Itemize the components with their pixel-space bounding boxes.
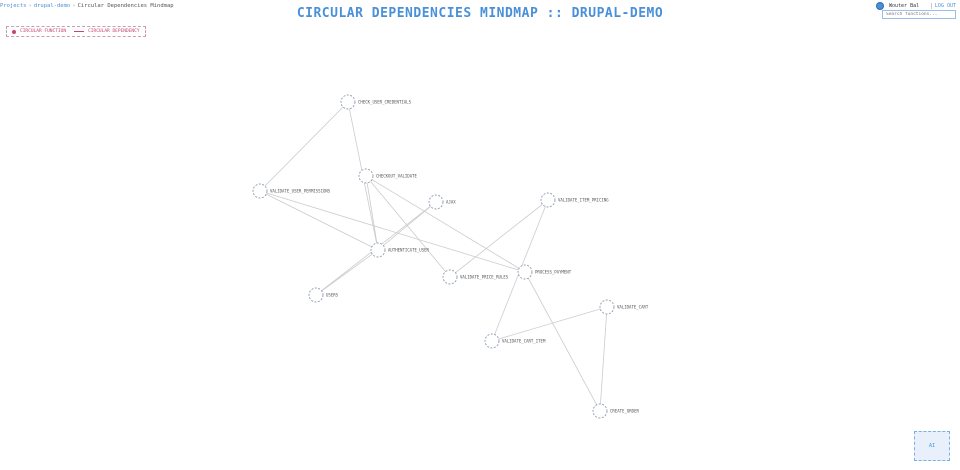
node-label: VALIDATE_ITEM_PRICING: [558, 198, 609, 203]
dependency-edge: [449, 199, 549, 278]
dependency-edge: [259, 101, 349, 192]
node-label: VALIDATE_CART_ITEM: [502, 339, 546, 344]
node-circle[interactable]: [252, 183, 268, 199]
function-node[interactable]: CHECK_USER_CREDENTIALS: [340, 94, 412, 110]
node-circle[interactable]: [484, 333, 500, 349]
dependency-edge: [259, 190, 526, 273]
node-label: VALIDATE_PRICE_RULES: [460, 275, 509, 280]
node-circle[interactable]: [517, 264, 533, 280]
nodes-layer: CHECK_USER_CREDENTIALS CHECKOUT_VALIDATE V…: [252, 94, 649, 419]
node-circle[interactable]: [370, 242, 386, 258]
node-circle[interactable]: [340, 94, 356, 110]
node-label: USERS: [326, 293, 339, 298]
node-circle[interactable]: [428, 194, 444, 210]
node-circle[interactable]: [592, 403, 608, 419]
dependency-edge: [365, 175, 451, 278]
function-node[interactable]: VALIDATE_USER_PERMISSIONS: [252, 183, 331, 199]
function-node[interactable]: CHECKOUT_VALIDATE: [358, 168, 418, 184]
function-node[interactable]: CREATE_ORDER: [592, 403, 639, 419]
node-circle[interactable]: [442, 269, 458, 285]
node-circle[interactable]: [308, 287, 324, 303]
function-node[interactable]: AUTHENTICATE_USER: [370, 242, 430, 258]
edges-layer: [259, 101, 608, 412]
node-circle[interactable]: [599, 299, 615, 315]
dependency-edge: [599, 306, 608, 412]
function-node[interactable]: VALIDATE_CART: [599, 299, 649, 315]
node-label: CHECKOUT_VALIDATE: [376, 174, 418, 179]
dependency-edge: [315, 249, 379, 296]
function-node[interactable]: VALIDATE_CART_ITEM: [484, 333, 546, 349]
function-node[interactable]: USERS: [308, 287, 339, 303]
function-node[interactable]: PROCESS_PAYMENT: [517, 264, 572, 280]
node-label: CHECK_USER_CREDENTIALS: [358, 100, 412, 105]
function-node[interactable]: VALIDATE_ITEM_PRICING: [540, 192, 609, 208]
dependency-edge: [365, 175, 379, 251]
ai-assistant-button[interactable]: AI: [914, 431, 950, 461]
function-node[interactable]: AJAX: [428, 194, 456, 210]
dependency-edge: [365, 175, 526, 273]
node-label: PROCESS_PAYMENT: [535, 270, 572, 275]
node-label: VALIDATE_CART: [617, 305, 649, 310]
node-label: AUTHENTICATE_USER: [388, 248, 430, 253]
dependency-edge: [259, 190, 379, 251]
node-circle[interactable]: [540, 192, 556, 208]
dependency-edge: [491, 306, 608, 342]
dependency-graph: CHECK_USER_CREDENTIALS CHECKOUT_VALIDATE V…: [252, 94, 649, 419]
node-label: VALIDATE_USER_PERMISSIONS: [270, 189, 331, 194]
function-node[interactable]: VALIDATE_PRICE_RULES: [442, 269, 509, 285]
node-label: CREATE_ORDER: [610, 409, 639, 414]
node-label: AJAX: [446, 200, 456, 205]
node-circle[interactable]: [358, 168, 374, 184]
